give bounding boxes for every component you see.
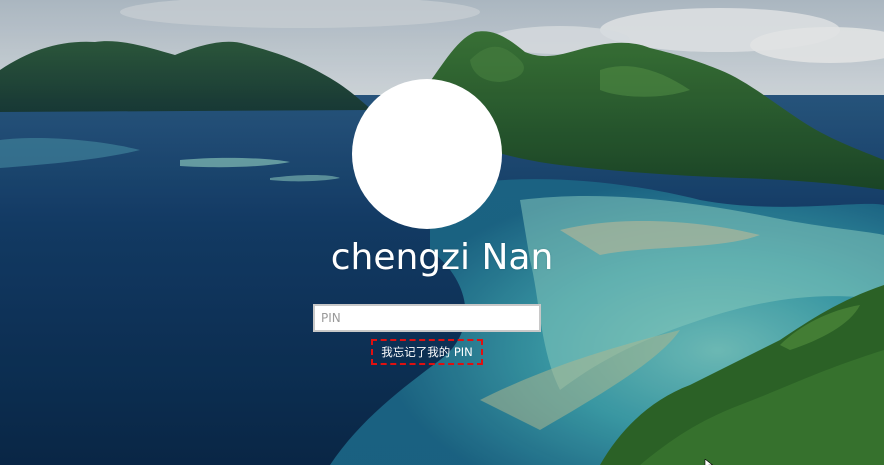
forgot-pin-link[interactable]: 我忘记了我的 PIN [371, 339, 483, 365]
background-scene [0, 0, 884, 465]
lagoon-landscape-image [0, 0, 884, 465]
user-avatar [352, 79, 502, 229]
pin-input[interactable] [313, 304, 541, 332]
user-display-name: chengzi Nan [330, 237, 554, 278]
mouse-pointer-icon [704, 456, 714, 465]
